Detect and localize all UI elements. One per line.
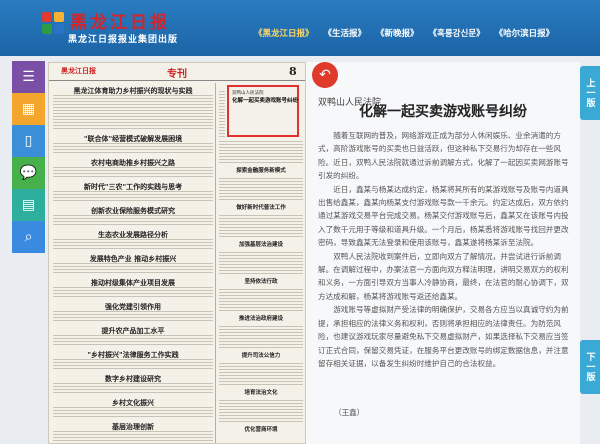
- paper-text-block: [53, 431, 213, 443]
- column-divider: [215, 83, 216, 443]
- chat-icon[interactable]: 💬: [12, 157, 45, 189]
- paper-text-block: [53, 359, 213, 371]
- article-title: 化解一起买卖游戏账号纠纷: [359, 104, 527, 120]
- paper-text-block: [53, 239, 213, 251]
- article-signature: （王鑫）: [334, 408, 365, 417]
- article-paragraph: 双鸭人民法院收到案件后，立即向双方了解情况，并尝试进行诉前调解。在调解过程中，办…: [318, 251, 569, 301]
- paper-text-block: [219, 363, 303, 387]
- logo-subtitle: 黑龙江日报报业集团出版: [68, 35, 179, 45]
- publication-link[interactable]: 《生活报》: [322, 26, 369, 40]
- publication-link[interactable]: 《흑룡강신문》: [427, 26, 487, 40]
- paper-headline: 坚持依法行政: [219, 277, 303, 285]
- menu-icon[interactable]: ☰: [12, 61, 45, 93]
- paper-text-block: [219, 252, 303, 276]
- paper-page-number: 8: [289, 65, 297, 78]
- publication-nav: 《黑龙江日报》 《生活报》 《新晚报》 《흑룡강신문》 《哈尔滨日报》: [252, 26, 556, 40]
- article-paragraph: 近日，鑫某与杨某达成约定，杨某将其所有的某游戏账号及账号内道具出售给鑫某，鑫某向…: [318, 184, 569, 248]
- article-paragraph: 随着互联网的普及，网络游戏正成为部分人休闲娱乐、业余消遣的方式，高阶游戏账号的买…: [318, 131, 569, 181]
- paper-headline: 加强基层法治建设: [219, 240, 303, 248]
- logo-square-blue: [54, 24, 64, 34]
- paper-headline: 提升司法公信力: [219, 351, 303, 359]
- paper-section-label: 专刊: [167, 69, 187, 80]
- search-icon[interactable]: ⌕: [12, 221, 45, 253]
- paper-text-block: [53, 311, 213, 323]
- phone-icon[interactable]: ▯: [12, 125, 45, 157]
- paper-headline: 探索金融服务新模式: [219, 166, 303, 174]
- paper-headline: 优化营商环境: [219, 425, 303, 433]
- left-toolbar: ☰ ▦ ▯ 💬 ▤ ⌕: [12, 61, 45, 253]
- paper-text-block: [219, 400, 303, 424]
- paper-text-block: [219, 215, 303, 239]
- paper-text-block: [53, 167, 213, 179]
- logo-icon: [42, 12, 64, 34]
- prev-page-button[interactable]: 上一版: [580, 66, 600, 120]
- paper-text-block: [53, 95, 213, 131]
- paper-text-block: [53, 191, 213, 203]
- paper-text-block: [53, 407, 213, 419]
- logo-title: 黑龙江日报: [70, 13, 170, 33]
- paper-text-block: [219, 326, 303, 350]
- paper-text-block: [53, 143, 213, 155]
- paper-headline: 做好新时代普法工作: [219, 203, 303, 211]
- hotspot-title: 化解一起买卖游戏账号纠纷: [232, 98, 299, 104]
- paper-text-block: [219, 289, 303, 313]
- back-arrow-icon: ↶: [319, 67, 331, 83]
- publication-link[interactable]: 《新晚报》: [374, 26, 421, 40]
- paper-headline: 推进法治政府建设: [219, 314, 303, 322]
- logo-square-green: [42, 24, 52, 34]
- article-body: 随着互联网的普及，网络游戏正成为部分人休闲娱乐、业余消遣的方式，高阶游戏账号的买…: [318, 129, 570, 370]
- paper-headline: 培育法治文化: [219, 388, 303, 396]
- publication-link[interactable]: 《黑龙江日报》: [252, 26, 316, 40]
- back-button[interactable]: ↶: [312, 62, 338, 88]
- site-header: 黑龙江日报 黑龙江日报报业集团出版 《黑龙江日报》 《生活报》 《新晚报》 《흑룡강신…: [0, 0, 600, 56]
- selected-article-hotspot[interactable]: 双鸭山人民法院 化解一起买卖游戏账号纠纷: [227, 85, 299, 137]
- paper-text-block: [53, 215, 213, 227]
- article-paragraph: 游戏账号等虚拟财产受法律的明确保护，交易各方应当以真诚守约为前提，承担相应的法律…: [318, 305, 569, 368]
- paper-text-block: [53, 263, 213, 275]
- grid-icon[interactable]: ▦: [12, 93, 45, 125]
- paper-text-block: [53, 383, 213, 395]
- paper-text-block: [53, 287, 213, 299]
- logo-square-red: [42, 12, 52, 22]
- doc-icon[interactable]: ▤: [12, 189, 45, 221]
- paper-text-block: [53, 335, 213, 347]
- paper-text-block: [219, 141, 303, 165]
- publication-link[interactable]: 《哈尔滨日报》: [493, 26, 557, 40]
- paper-text-block: [219, 91, 225, 137]
- next-page-button[interactable]: 下一版: [580, 340, 600, 394]
- paper-masthead: 黑龙江日报: [61, 66, 96, 75]
- paper-text-block: [219, 178, 303, 202]
- newspaper-page[interactable]: 黑龙江日报 专刊 8 双鸭山人民法院 化解一起买卖游戏账号纠纷 黑龙江体育助力乡…: [48, 62, 306, 444]
- logo-square-yellow: [54, 12, 64, 22]
